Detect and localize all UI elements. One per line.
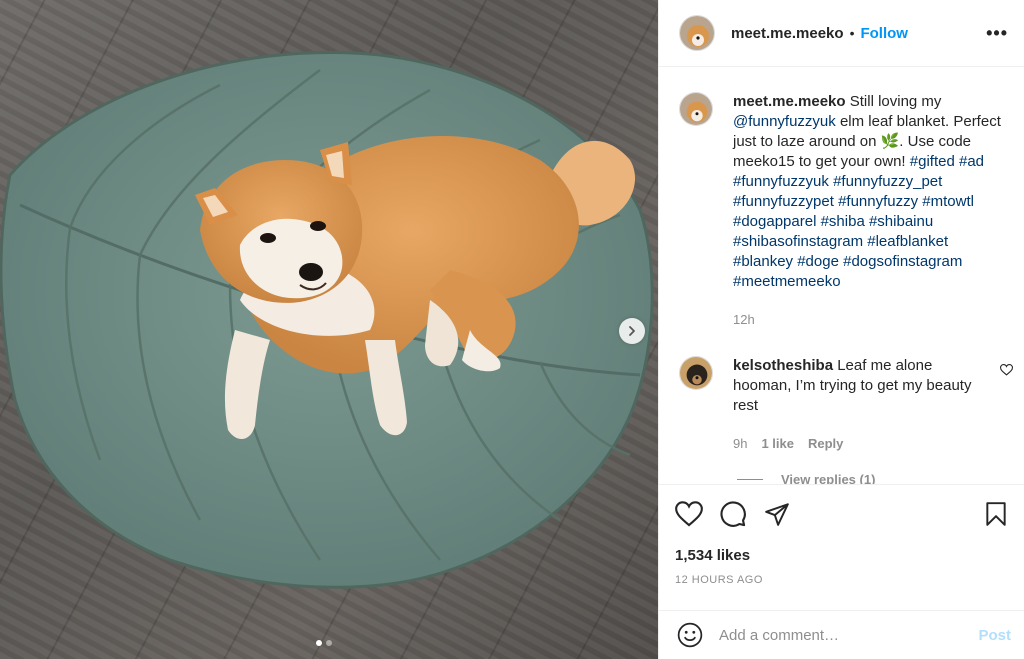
comment-input[interactable] <box>719 626 979 644</box>
carousel-next-button[interactable] <box>619 318 645 344</box>
post-time-ago[interactable]: 12 HOURS AGO <box>675 574 1009 586</box>
hashtag-link[interactable]: #meetmemeeko <box>733 273 841 290</box>
carousel-dot-1 <box>316 640 322 646</box>
separator-dot: • <box>849 25 855 41</box>
comment-like-heart-icon[interactable] <box>1000 364 1013 376</box>
hashtag-link[interactable]: #dogapparel <box>733 213 816 230</box>
comment-item: kelsotheshiba Leaf me alone hooman, I’m … <box>679 356 1013 454</box>
hashtag-link[interactable]: #funnyfuzzy <box>838 193 918 210</box>
likes-count[interactable]: 1,534 likes <box>675 547 1009 564</box>
hashtag-link[interactable]: #gifted <box>910 153 955 170</box>
hashtag-link[interactable]: #funnyfuzzy_pet <box>833 173 942 190</box>
hashtag-link[interactable]: #mtowtl <box>922 193 974 210</box>
carousel-indicator <box>316 640 332 646</box>
more-options-icon[interactable]: ••• <box>986 23 1008 44</box>
hashtag-link[interactable]: #funnyfuzzyuk <box>733 173 829 190</box>
caption-timestamp[interactable]: 12h <box>733 310 755 330</box>
commenter-username[interactable]: kelsotheshiba <box>733 357 833 374</box>
hashtag-link[interactable]: #shiba <box>821 213 865 230</box>
comment-text: kelsotheshiba Leaf me alone hooman, I’m … <box>733 356 983 416</box>
share-paper-plane-icon[interactable] <box>763 501 791 527</box>
mention-link[interactable]: @funnyfuzzyuk <box>733 113 836 130</box>
hashtag-link[interactable]: #doge <box>797 253 839 270</box>
caption-username[interactable]: meet.me.meeko <box>733 93 846 110</box>
save-bookmark-icon[interactable] <box>983 500 1009 528</box>
hashtag-link[interactable]: #leafblanket <box>867 233 948 250</box>
comment-likes-count[interactable]: 1 like <box>761 434 794 454</box>
view-replies-button[interactable]: View replies (1) <box>737 472 1005 484</box>
hashtag-link[interactable]: #shibasofinstagram <box>733 233 863 250</box>
post-header: meet.me.meeko • Follow ••• <box>659 0 1024 67</box>
comment-meta: 9h 1 like Reply <box>733 434 983 454</box>
commenter-avatar[interactable] <box>679 356 713 390</box>
post-actions: 1,534 likes 12 HOURS AGO <box>659 484 1024 586</box>
caption-author-avatar[interactable] <box>679 92 713 126</box>
reply-button[interactable]: Reply <box>808 434 843 454</box>
hashtag-link[interactable]: #shibainu <box>869 213 933 230</box>
hashtag-link[interactable]: #ad <box>959 153 984 170</box>
comment-body: kelsotheshiba Leaf me alone hooman, I’m … <box>733 356 983 454</box>
hashtag-link[interactable]: #dogsofinstagram <box>843 253 962 270</box>
author-username[interactable]: meet.me.meeko <box>731 25 844 42</box>
comment-timestamp[interactable]: 9h <box>733 434 747 454</box>
caption-text: meet.me.meeko Still loving my @funnyfuzz… <box>733 92 1005 292</box>
add-comment-bar: Post <box>659 610 1024 659</box>
view-replies-label: View replies (1) <box>781 472 876 484</box>
comment-bubble-icon[interactable] <box>719 500 747 528</box>
emoji-smiley-icon[interactable] <box>677 622 703 648</box>
like-heart-icon[interactable] <box>675 501 703 527</box>
caption: meet.me.meeko Still loving my @funnyfuzz… <box>679 92 1005 330</box>
hashtag-link[interactable]: #blankey <box>733 253 793 270</box>
carousel-dot-2 <box>326 640 332 646</box>
post-photo[interactable] <box>0 0 658 659</box>
comments-section[interactable]: meet.me.meeko Still loving my @funnyfuzz… <box>659 68 1024 484</box>
follow-button[interactable]: Follow <box>860 25 908 42</box>
view-replies-line <box>737 479 763 480</box>
action-icons-row <box>675 499 1009 529</box>
leaf-emoji: 🌿 <box>880 133 900 150</box>
post-side-panel: meet.me.meeko • Follow ••• meet.me.meeko… <box>658 0 1024 659</box>
post-comment-button[interactable]: Post <box>978 627 1011 644</box>
caption-text-part-1: Still loving my <box>845 93 942 110</box>
chevron-right-icon <box>629 326 635 336</box>
caption-body: meet.me.meeko Still loving my @funnyfuzz… <box>733 92 1005 330</box>
hashtag-link[interactable]: #funnyfuzzypet <box>733 193 834 210</box>
dog-on-leaf-blanket-image <box>0 51 654 589</box>
author-avatar[interactable] <box>679 15 715 51</box>
caption-meta: 12h <box>733 310 1005 330</box>
